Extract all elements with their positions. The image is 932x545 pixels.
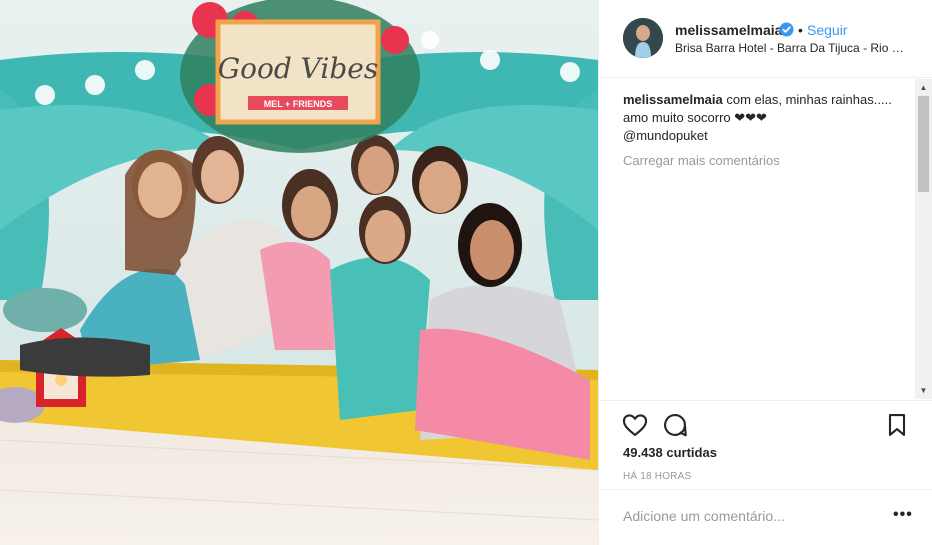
separator-dot: • — [798, 22, 803, 38]
caption-username-link[interactable]: melissamelmaia — [623, 92, 723, 107]
verified-badge-icon — [779, 22, 794, 37]
avatar[interactable] — [623, 18, 663, 58]
comments-section: melissamelmaia com elas, minhas rainhas.… — [599, 79, 932, 399]
bookmark-icon[interactable] — [883, 411, 911, 439]
post-timestamp: HÁ 18 HORAS — [623, 471, 692, 482]
action-bar: 49.438 curtidas HÁ 18 HORAS ••• — [599, 400, 932, 545]
post-side-panel: melissamelmaia • Seguir Brisa Barra Hote… — [598, 0, 932, 545]
scroll-up-arrow-icon[interactable]: ▲ — [915, 79, 932, 96]
comments-scrollbar[interactable]: ▲ ▼ — [915, 79, 932, 399]
location-link[interactable]: Brisa Barra Hotel - Barra Da Tijuca - Ri… — [675, 41, 911, 55]
add-comment-bar: ••• — [599, 489, 932, 545]
follow-button[interactable]: Seguir — [807, 22, 847, 38]
header-username-link[interactable]: melissamelmaia — [675, 22, 782, 38]
sign-subtitle: MEL + FRIENDS — [264, 99, 333, 109]
comment-input[interactable] — [623, 508, 873, 524]
load-more-comments-button[interactable]: Carregar mais comentários — [623, 153, 780, 168]
post-header: melissamelmaia • Seguir Brisa Barra Hote… — [599, 0, 932, 78]
scroll-down-arrow-icon[interactable]: ▼ — [915, 382, 932, 399]
sign-title: Good Vibes — [218, 52, 378, 85]
post-image[interactable]: Good Vibes MEL + FRIENDS — [0, 0, 598, 545]
heart-icon[interactable] — [621, 411, 649, 439]
likes-count[interactable]: 49.438 curtidas — [623, 445, 717, 460]
comment-icon[interactable] — [661, 411, 689, 439]
caption-mention-link[interactable]: @mundopuket — [623, 128, 708, 143]
scrollbar-thumb[interactable] — [918, 96, 929, 192]
caption: melissamelmaia com elas, minhas rainhas.… — [623, 91, 913, 145]
more-options-icon[interactable]: ••• — [893, 506, 913, 524]
